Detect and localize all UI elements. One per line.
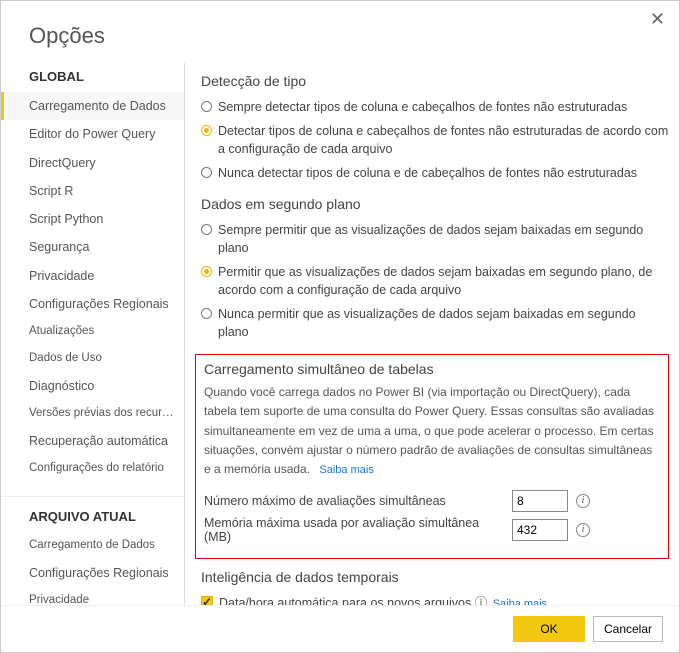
parallel-desc-text: Quando você carrega dados no Power BI (v… [204,385,654,476]
sidebar-item-updates[interactable]: Atualizações [1,318,184,345]
sidebar-item-usage-data[interactable]: Dados de Uso [1,345,184,372]
time-intel-title: Inteligência de dados temporais [201,569,669,585]
opt-label: Permitir que as visualizações de dados s… [218,263,669,299]
bg-opt-always[interactable]: Sempre permitir que as visualizações de … [201,218,669,260]
sidebar-item-file-loading[interactable]: Carregamento de Dados [1,532,184,559]
sidebar-item-report-settings[interactable]: Configurações do relatório [1,455,184,482]
parallel-desc: Quando você carrega dados no Power BI (v… [204,383,660,479]
sidebar-item-autorecovery[interactable]: Recuperação automática [1,427,184,455]
max-evals-label: Número máximo de avaliações simultâneas [204,494,504,508]
radio-icon[interactable] [201,224,212,235]
sidebar-section-global: GLOBAL [1,63,184,92]
parallel-loading-section: Carregamento simultâneo de tabelas Quand… [195,354,669,558]
opt-label: Data/hora automática para os novos arqui… [219,594,547,605]
radio-icon[interactable] [201,266,212,277]
radio-icon[interactable] [201,167,212,178]
type-opt-perfile[interactable]: Detectar tipos de coluna e cabeçalhos de… [201,119,669,161]
sidebar-item-privacy[interactable]: Privacidade [1,262,184,290]
opt-label: Nunca detectar tipos de coluna e de cabe… [218,164,637,182]
sidebar-item-file-regional[interactable]: Configurações Regionais [1,559,184,587]
opt-label: Sempre detectar tipos de coluna e cabeça… [218,98,627,116]
type-detection-title: Detecção de tipo [201,73,669,89]
sidebar-item-pq-editor[interactable]: Editor do Power Query [1,120,184,148]
cancel-button[interactable]: Cancelar [593,616,663,642]
dialog-body: GLOBAL Carregamento de Dados Editor do P… [1,63,679,605]
sidebar-item-security[interactable]: Segurança [1,233,184,261]
parallel-title: Carregamento simultâneo de tabelas [204,361,660,377]
background-title: Dados em segundo plano [201,196,669,212]
radio-icon[interactable] [201,308,212,319]
sidebar-item-r-script[interactable]: Script R [1,177,184,205]
learn-more-link[interactable]: Saiba mais [493,598,547,605]
max-mem-row: Memória máxima usada por avaliação simul… [204,516,660,544]
learn-more-link[interactable]: Saiba mais [319,464,373,476]
close-icon[interactable]: ✕ [650,9,665,30]
type-opt-never[interactable]: Nunca detectar tipos de coluna e de cabe… [201,161,669,185]
radio-icon[interactable] [201,125,212,136]
opt-label: Sempre permitir que as visualizações de … [218,221,669,257]
sidebar-item-directquery[interactable]: DirectQuery [1,149,184,177]
options-dialog: ✕ Opções GLOBAL Carregamento de Dados Ed… [0,0,680,653]
max-mem-input[interactable] [512,519,568,541]
dialog-title: Opções [1,1,679,63]
info-icon[interactable]: i [576,494,590,508]
max-evals-row: Número máximo de avaliações simultâneas … [204,490,660,512]
bg-opt-never[interactable]: Nunca permitir que as visualizações de d… [201,302,669,344]
main-panel[interactable]: Detecção de tipo Sempre detectar tipos d… [185,63,679,605]
type-opt-always[interactable]: Sempre detectar tipos de coluna e cabeça… [201,95,669,119]
auto-dt-label: Data/hora automática para os novos arqui… [219,596,471,605]
sidebar-item-python-script[interactable]: Script Python [1,205,184,233]
info-glyph: ⓘ [475,596,488,605]
time-opt-auto[interactable]: Data/hora automática para os novos arqui… [201,591,669,605]
checkbox-icon[interactable] [201,596,213,605]
sidebar-item-diagnostics[interactable]: Diagnóstico [1,372,184,400]
radio-icon[interactable] [201,101,212,112]
ok-button[interactable]: OK [513,616,585,642]
max-evals-input[interactable] [512,490,568,512]
sidebar[interactable]: GLOBAL Carregamento de Dados Editor do P… [1,63,185,605]
opt-label: Detectar tipos de coluna e cabeçalhos de… [218,122,669,158]
sidebar-item-previews[interactable]: Versões prévias dos recursos [1,400,184,427]
sidebar-item-regional[interactable]: Configurações Regionais [1,290,184,318]
info-icon[interactable]: i [576,523,590,537]
dialog-footer: OK Cancelar [1,605,679,652]
opt-label: Nunca permitir que as visualizações de d… [218,305,669,341]
bg-opt-perfile[interactable]: Permitir que as visualizações de dados s… [201,260,669,302]
sidebar-item-file-privacy[interactable]: Privacidade [1,587,184,605]
sidebar-item-data-loading[interactable]: Carregamento de Dados [1,92,184,120]
max-mem-label: Memória máxima usada por avaliação simul… [204,516,504,544]
sidebar-section-file: ARQUIVO ATUAL [1,496,184,532]
